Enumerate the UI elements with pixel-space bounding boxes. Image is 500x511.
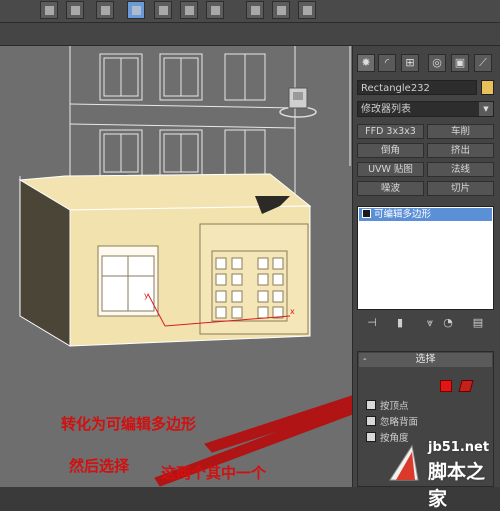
motion-tab-icon[interactable]: ◎	[428, 54, 446, 72]
toolbar-tool-icon[interactable]	[206, 1, 224, 19]
selection-title: 选择	[415, 354, 436, 365]
checkbox[interactable]	[366, 416, 376, 426]
vertex-subobject-button[interactable]	[440, 380, 452, 392]
display-tab-icon[interactable]: ▣	[451, 54, 469, 72]
polygon-subobject-button[interactable]	[458, 380, 474, 392]
utilities-tab-icon[interactable]: ⟋	[474, 54, 492, 72]
stack-item-editable-poly[interactable]: 可编辑多边形	[359, 208, 492, 221]
svg-text:y: y	[144, 291, 149, 300]
pin-stack-icon[interactable]: ⊣	[365, 316, 379, 330]
modifier-button[interactable]: 噪波	[357, 181, 424, 196]
modifier-list-label: 修改器列表	[361, 104, 411, 115]
watermark-name: 脚本之家	[428, 461, 486, 510]
modifier-button[interactable]: 切片	[427, 181, 494, 196]
transform-gizmo[interactable]	[279, 87, 317, 118]
watermark: jb51.net 脚本之家	[382, 440, 500, 510]
modifier-button[interactable]: FFD 3x3x3	[357, 124, 424, 139]
modify-tab-icon[interactable]: ◜	[378, 54, 396, 72]
toolbar-tool-icon[interactable]	[298, 1, 316, 19]
object-name-field[interactable]: Rectangle232	[357, 80, 477, 95]
watermark-logo-icon	[389, 444, 419, 481]
annotation-convert: 转化为可编辑多边形	[61, 415, 197, 433]
option-ignore-backfacing[interactable]: 忽略背面	[366, 414, 418, 428]
modifier-button[interactable]: 车削	[427, 124, 494, 139]
hierarchy-tab-icon[interactable]: ⊞	[401, 54, 419, 72]
toolbar-tool-icon[interactable]	[180, 1, 198, 19]
modifier-button[interactable]: 法线	[427, 162, 494, 177]
command-panel: ✸ ◜ ⊞ ◎ ▣ ⟋ Rectangle232 修改器列表 ▼ FFD 3x3…	[352, 46, 500, 487]
create-tab-icon[interactable]: ✸	[357, 54, 375, 72]
toolbar-tool-icon[interactable]	[272, 1, 290, 19]
selection-rollout-header[interactable]: - 选择	[359, 353, 492, 367]
main-toolbar	[0, 0, 500, 23]
annotation-then-select: 然后选择	[69, 457, 130, 475]
toolbar-tool-icon[interactable]	[40, 1, 58, 19]
collapse-icon: -	[363, 354, 367, 365]
annotation-one-of-these: 这两个其中一个	[161, 464, 267, 482]
svg-text:x: x	[290, 307, 295, 316]
toolbar-tool-icon[interactable]	[127, 1, 145, 19]
checkbox[interactable]	[366, 400, 376, 410]
stack-item-label: 可编辑多边形	[374, 209, 432, 220]
toolbar-tool-icon[interactable]	[246, 1, 264, 19]
configure-sets-icon[interactable]: ▤	[471, 316, 485, 330]
modifier-button[interactable]: 挤出	[427, 143, 494, 158]
modifier-list-dropdown[interactable]: 修改器列表 ▼	[357, 101, 494, 117]
toolbar-tool-icon[interactable]	[96, 1, 114, 19]
dropdown-arrow-icon: ▼	[479, 102, 493, 116]
expand-icon	[362, 209, 371, 218]
watermark-site: jb51.net	[428, 440, 490, 455]
toolbar-tool-icon[interactable]	[66, 1, 84, 19]
modifier-stack[interactable]: 可编辑多边形	[357, 206, 494, 310]
modifier-button[interactable]: 倒角	[357, 143, 424, 158]
remove-modifier-icon[interactable]: ◔	[441, 316, 455, 330]
option-by-vertex[interactable]: 按顶点	[366, 398, 409, 412]
modifier-button[interactable]: UVW 贴图	[357, 162, 424, 177]
toolbar-tool-icon[interactable]	[154, 1, 172, 19]
checkbox[interactable]	[366, 432, 376, 442]
ribbon-strip	[0, 23, 500, 46]
object-color-swatch[interactable]	[481, 80, 494, 95]
make-unique-icon[interactable]: ⩔	[423, 316, 437, 330]
show-end-result-icon[interactable]: ▮	[393, 316, 407, 330]
